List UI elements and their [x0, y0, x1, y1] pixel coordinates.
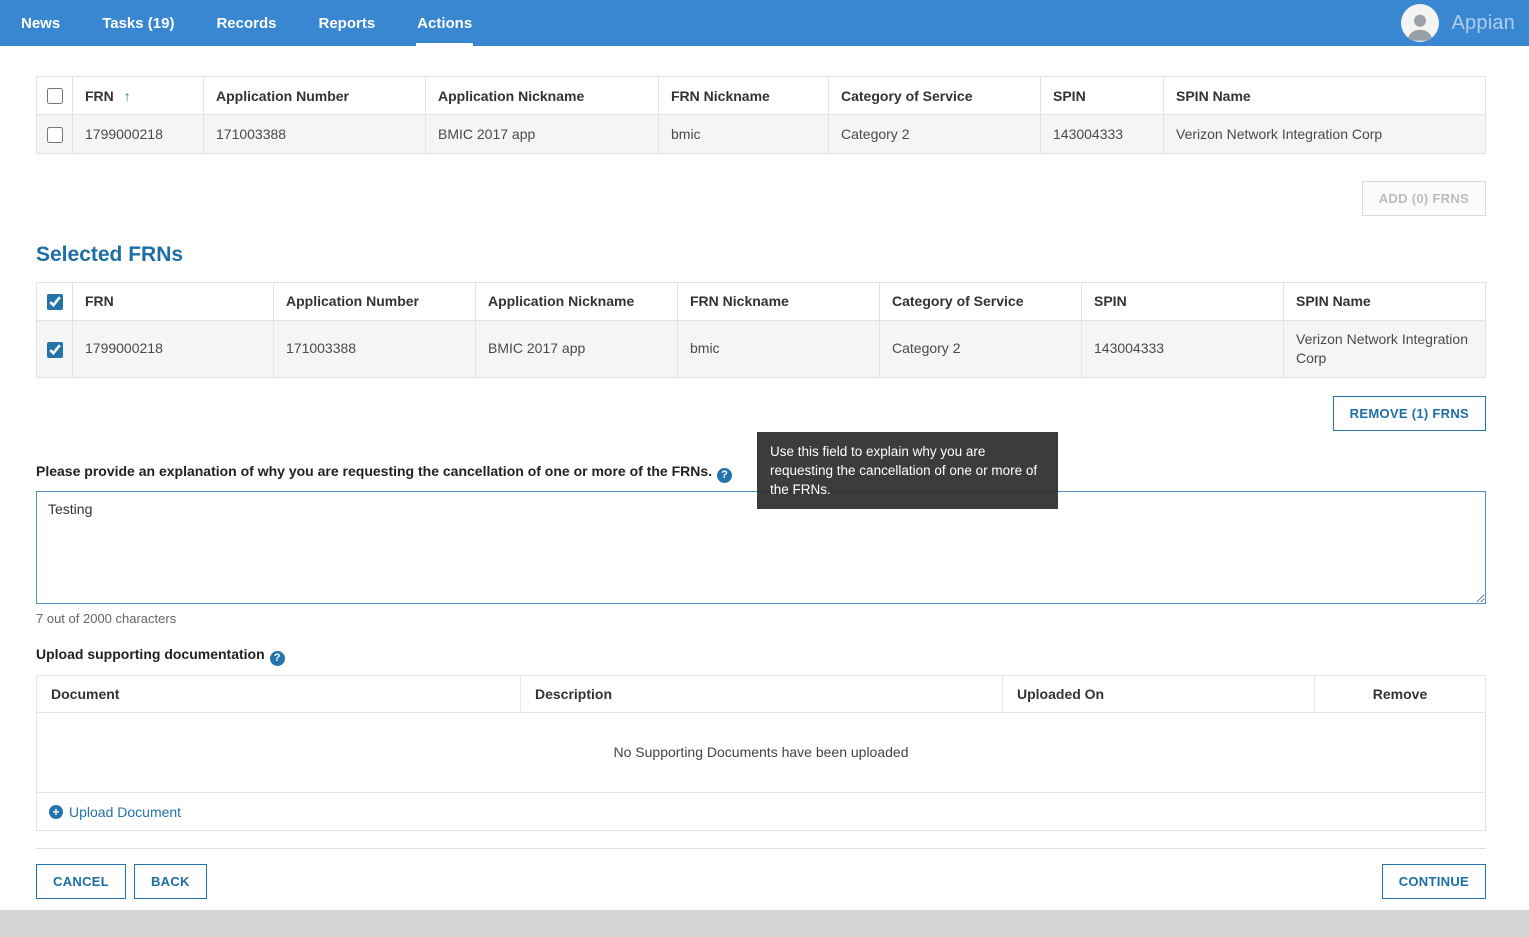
col-application-number: Application Number: [204, 77, 426, 115]
empty-row: No Supporting Documents have been upload…: [37, 712, 1486, 792]
available-frns-header-row: FRN ↑ Application Number Application Nick…: [37, 77, 1486, 115]
col-category-of-service: Category of Service: [880, 282, 1082, 320]
col-frn-label: FRN: [85, 88, 114, 104]
cell-category-of-service: Category 2: [829, 115, 1041, 153]
top-nav: News Tasks (19) Records Reports Actions …: [0, 0, 1529, 46]
col-frn-nickname: FRN Nickname: [678, 282, 880, 320]
explanation-section: Use this field to explain why you are re…: [36, 461, 1486, 626]
col-description: Description: [521, 675, 1003, 712]
nav-tasks[interactable]: Tasks (19): [81, 0, 195, 46]
cell-frn-nickname: bmic: [659, 115, 829, 153]
footer-buttons: CANCEL BACK CONTINUE: [36, 864, 1486, 899]
cell-application-number: 171003388: [204, 115, 426, 153]
character-counter: 7 out of 2000 characters: [36, 611, 1486, 626]
plus-icon: +: [49, 805, 63, 819]
col-remove: Remove: [1315, 675, 1486, 712]
cell-application-number: 171003388: [274, 320, 476, 377]
cell-spin-name: Verizon Network Integration Corp: [1284, 320, 1486, 377]
nav-items: News Tasks (19) Records Reports Actions: [0, 0, 493, 46]
selected-frns-title: Selected FRNs: [36, 243, 1486, 267]
nav-news[interactable]: News: [0, 0, 81, 46]
available-select-all-checkbox[interactable]: [47, 88, 63, 104]
col-application-nickname: Application Nickname: [476, 282, 678, 320]
selected-select-all-checkbox[interactable]: [47, 294, 63, 310]
cell-spin: 143004333: [1082, 320, 1284, 377]
row-checkbox[interactable]: [47, 342, 63, 358]
help-icon[interactable]: ?: [270, 651, 285, 666]
upload-document-link[interactable]: + Upload Document: [49, 804, 181, 820]
col-spin: SPIN: [1041, 77, 1164, 115]
col-spin-name: SPIN Name: [1284, 282, 1486, 320]
user-icon: [1403, 8, 1437, 42]
cancel-button[interactable]: CANCEL: [36, 864, 126, 899]
main-content: FRN ↑ Application Number Application Nick…: [0, 76, 1529, 899]
footer-divider: [36, 848, 1486, 849]
cell-category-of-service: Category 2: [880, 320, 1082, 377]
selected-frns-header-row: FRN Application Number Application Nickn…: [37, 282, 1486, 320]
bottom-strip: [0, 910, 1529, 937]
upload-documentation-label-text: Upload supporting documentation: [36, 646, 265, 662]
explanation-label: Please provide an explanation of why you…: [36, 463, 712, 479]
col-uploaded-on: Uploaded On: [1003, 675, 1315, 712]
nav-reports[interactable]: Reports: [297, 0, 396, 46]
documents-header-row: Document Description Uploaded On Remove: [37, 675, 1486, 712]
cell-application-nickname: BMIC 2017 app: [426, 115, 659, 153]
cell-application-nickname: BMIC 2017 app: [476, 320, 678, 377]
cell-frn-nickname: bmic: [678, 320, 880, 377]
cell-spin-name: Verizon Network Integration Corp: [1164, 115, 1486, 153]
row-checkbox[interactable]: [47, 127, 63, 143]
sort-ascending-icon[interactable]: ↑: [124, 88, 131, 104]
remove-frns-button[interactable]: REMOVE (1) FRNS: [1333, 396, 1486, 431]
upload-documentation-label: Upload supporting documentation?: [36, 646, 1486, 666]
available-frns-table: FRN ↑ Application Number Application Nick…: [36, 76, 1486, 154]
nav-records[interactable]: Records: [195, 0, 297, 46]
table-row: 1799000218 171003388 BMIC 2017 app bmic …: [37, 320, 1486, 377]
col-spin-name: SPIN Name: [1164, 77, 1486, 115]
help-tooltip: Use this field to explain why you are re…: [757, 432, 1058, 509]
nav-actions[interactable]: Actions: [396, 0, 493, 46]
col-category-of-service: Category of Service: [829, 77, 1041, 115]
avatar[interactable]: [1401, 4, 1439, 42]
brand-label: Appian: [1452, 12, 1515, 35]
col-application-number: Application Number: [274, 282, 476, 320]
col-document: Document: [37, 675, 521, 712]
continue-button[interactable]: CONTINUE: [1382, 864, 1486, 899]
documents-table: Document Description Uploaded On Remove …: [36, 675, 1486, 831]
col-spin: SPIN: [1082, 282, 1284, 320]
no-documents-message: No Supporting Documents have been upload…: [37, 712, 1486, 792]
nav-right: Appian: [1401, 0, 1515, 46]
col-application-nickname: Application Nickname: [426, 77, 659, 115]
remove-frns-row: REMOVE (1) FRNS: [36, 396, 1486, 431]
cell-spin: 143004333: [1041, 115, 1164, 153]
help-icon[interactable]: ?: [717, 468, 732, 483]
cell-frn: 1799000218: [73, 320, 274, 377]
selected-frns-table: FRN Application Number Application Nickn…: [36, 282, 1486, 378]
col-frn: FRN ↑: [73, 77, 204, 115]
upload-document-link-label: Upload Document: [69, 804, 181, 820]
add-frns-button[interactable]: ADD (0) FRNS: [1362, 181, 1486, 216]
col-frn: FRN: [73, 282, 274, 320]
col-frn-nickname: FRN Nickname: [659, 77, 829, 115]
cell-frn: 1799000218: [73, 115, 204, 153]
page: News Tasks (19) Records Reports Actions …: [0, 0, 1529, 937]
add-frns-row: ADD (0) FRNS: [36, 181, 1486, 216]
upload-link-row: + Upload Document: [37, 792, 1486, 830]
table-row: 1799000218 171003388 BMIC 2017 app bmic …: [37, 115, 1486, 153]
back-button[interactable]: BACK: [134, 864, 207, 899]
